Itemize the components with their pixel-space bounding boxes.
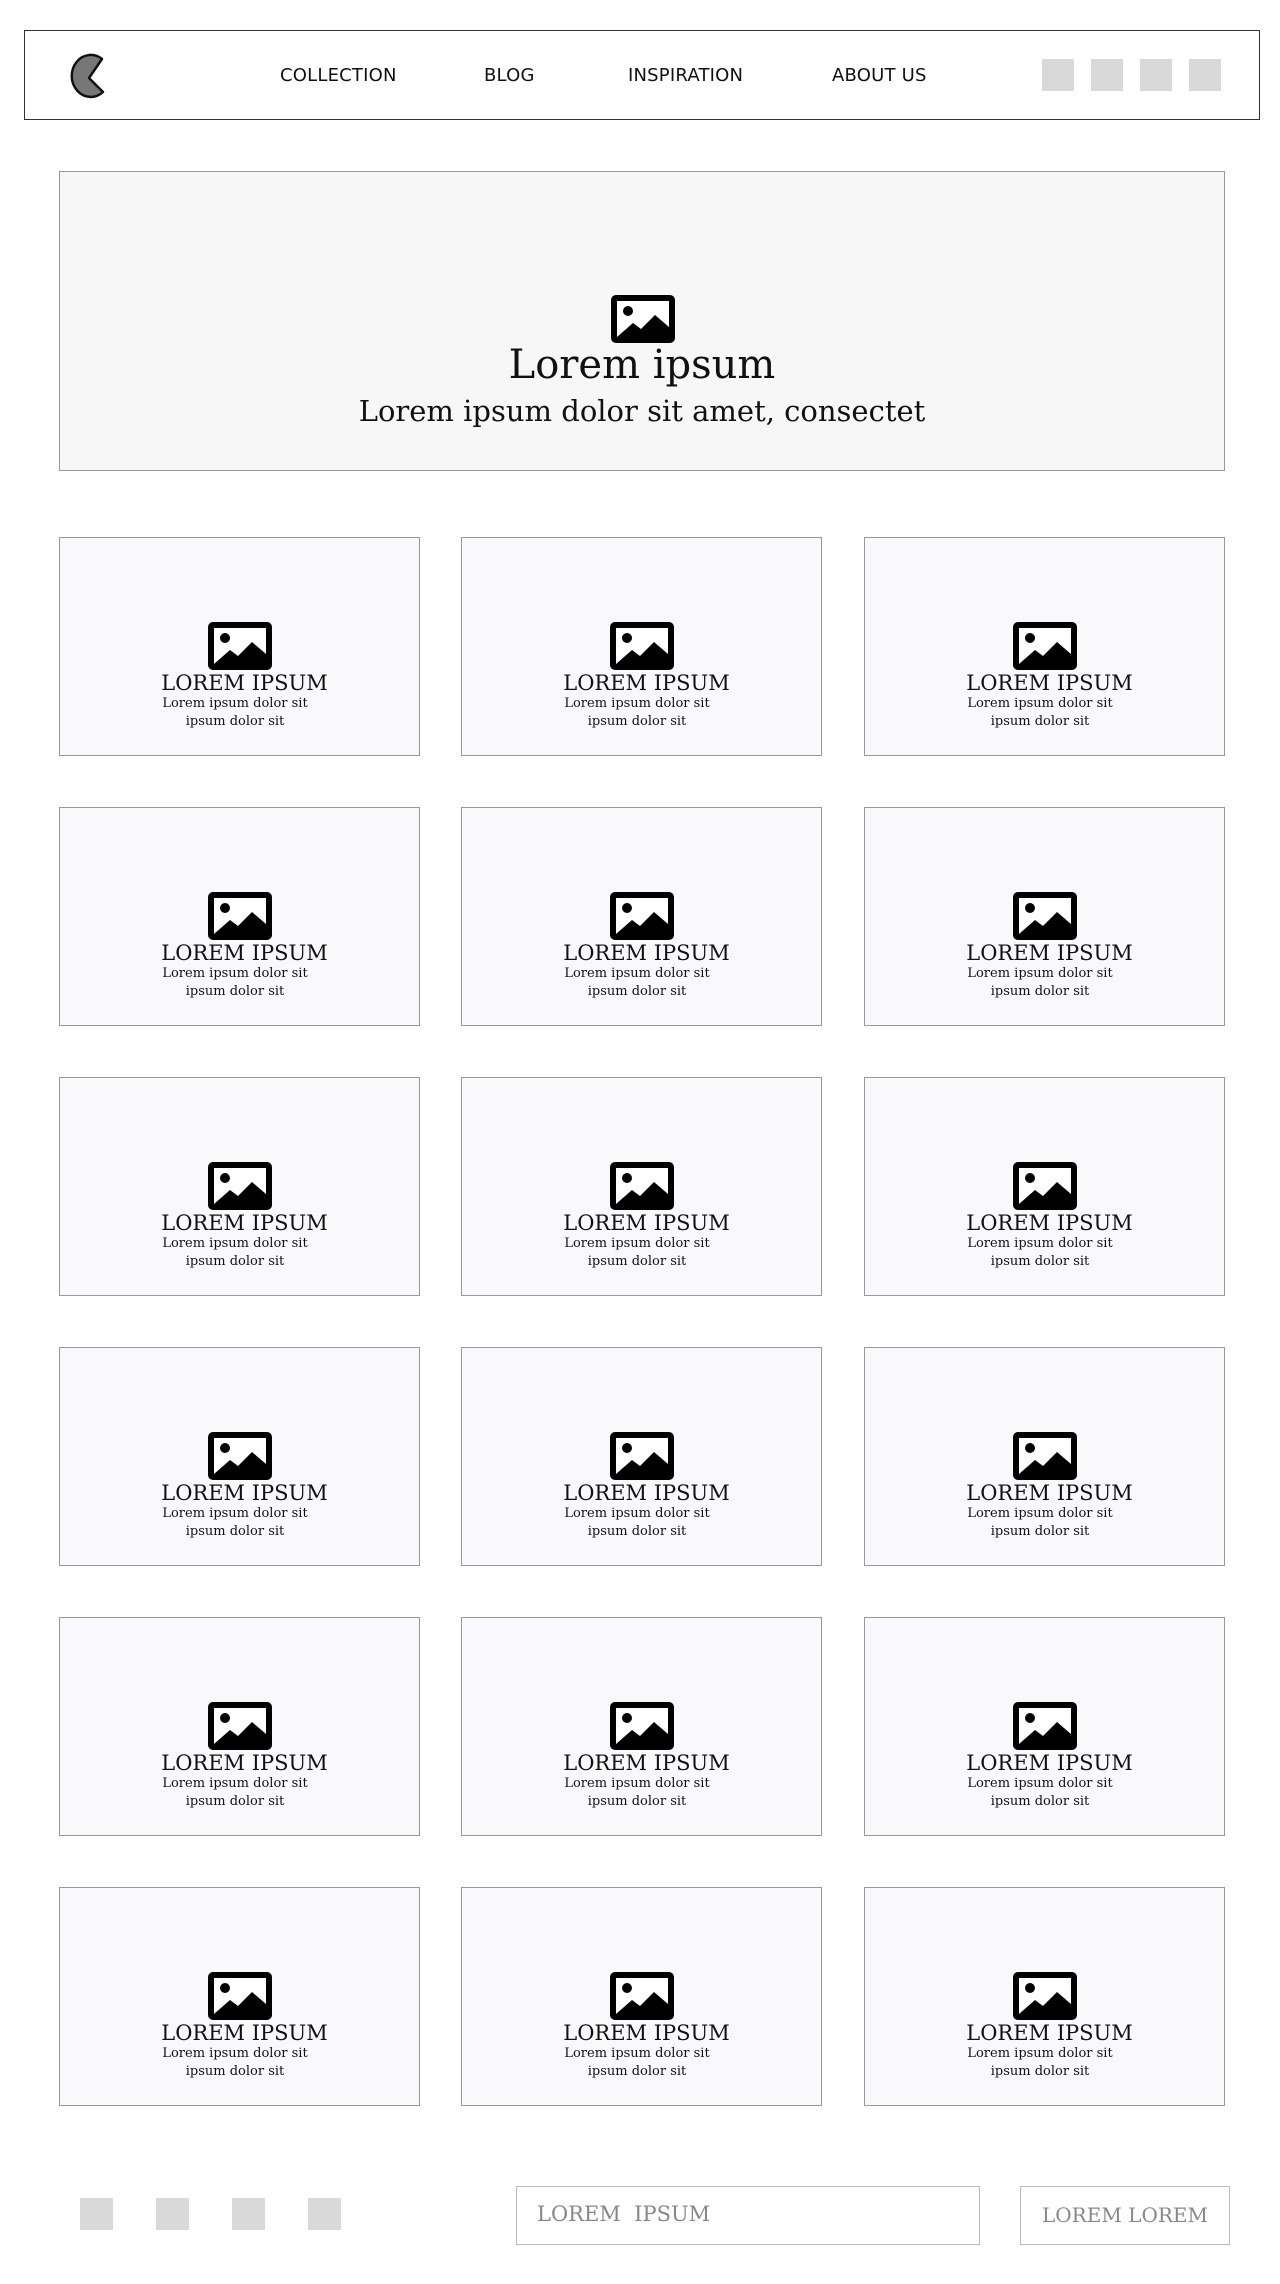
product-card[interactable]: LOREM IPSUM Lorem ipsum dolor sit ipsum d… [461, 1887, 822, 2106]
image-placeholder-icon [610, 892, 674, 940]
card-title: LOREM IPSUM [161, 941, 328, 965]
image-placeholder-icon [611, 295, 675, 343]
nav-inspiration[interactable]: INSPIRATION [628, 65, 743, 86]
footer-icon-placeholder[interactable] [232, 2198, 265, 2230]
nav-blog[interactable]: BLOG [484, 65, 535, 86]
image-placeholder-icon [610, 1162, 674, 1210]
footer-button[interactable]: LOREM LOREM [1020, 2186, 1230, 2245]
product-card[interactable]: LOREM IPSUM Lorem ipsum dolor sit ipsum d… [461, 807, 822, 1026]
product-card[interactable]: LOREM IPSUM Lorem ipsum dolor sit ipsum d… [461, 1077, 822, 1296]
card-description: Lorem ipsum dolor sit ipsum dolor sit [162, 1506, 308, 1539]
image-placeholder-icon [610, 1972, 674, 2020]
image-placeholder-icon [610, 1702, 674, 1750]
image-placeholder-icon [208, 622, 272, 670]
product-card[interactable]: LOREM IPSUM Lorem ipsum dolor sit ipsum d… [864, 807, 1225, 1026]
product-card[interactable]: LOREM IPSUM Lorem ipsum dolor sit ipsum d… [461, 1617, 822, 1836]
hero-banner[interactable]: Lorem ipsum Lorem ipsum dolor sit amet, … [59, 171, 1225, 471]
card-description: Lorem ipsum dolor sit ipsum dolor sit [564, 1506, 710, 1539]
product-card[interactable]: LOREM IPSUM Lorem ipsum dolor sit ipsum d… [461, 1347, 822, 1566]
product-card[interactable]: LOREM IPSUM Lorem ipsum dolor sit ipsum d… [864, 1887, 1225, 2106]
card-title: LOREM IPSUM [966, 2021, 1133, 2045]
product-card[interactable]: LOREM IPSUM Lorem ipsum dolor sit ipsum d… [864, 1077, 1225, 1296]
card-title: LOREM IPSUM [966, 1481, 1133, 1505]
card-description: Lorem ipsum dolor sit ipsum dolor sit [162, 1236, 308, 1269]
card-description: Lorem ipsum dolor sit ipsum dolor sit [162, 696, 308, 729]
card-title: LOREM IPSUM [161, 2021, 328, 2045]
card-title: LOREM IPSUM [966, 1211, 1133, 1235]
nav-about-us[interactable]: ABOUT US [832, 65, 927, 86]
image-placeholder-icon [1013, 1162, 1077, 1210]
footer-icon-placeholder[interactable] [80, 2198, 113, 2230]
card-title: LOREM IPSUM [161, 671, 328, 695]
card-title: LOREM IPSUM [563, 1481, 730, 1505]
card-title: LOREM IPSUM [563, 1751, 730, 1775]
image-placeholder-icon [610, 622, 674, 670]
product-card[interactable]: LOREM IPSUM Lorem ipsum dolor sit ipsum d… [59, 537, 420, 756]
card-title: LOREM IPSUM [563, 941, 730, 965]
logo-icon[interactable] [69, 51, 111, 101]
product-card[interactable]: LOREM IPSUM Lorem ipsum dolor sit ipsum d… [864, 537, 1225, 756]
card-description: Lorem ipsum dolor sit ipsum dolor sit [162, 966, 308, 999]
card-title: LOREM IPSUM [966, 941, 1133, 965]
card-title: LOREM IPSUM [966, 671, 1133, 695]
card-title: LOREM IPSUM [563, 2021, 730, 2045]
image-placeholder-icon [1013, 1972, 1077, 2020]
header-icon-placeholder[interactable] [1140, 59, 1172, 91]
card-description: Lorem ipsum dolor sit ipsum dolor sit [564, 966, 710, 999]
card-description: Lorem ipsum dolor sit ipsum dolor sit [967, 1506, 1113, 1539]
header-icon-placeholder[interactable] [1189, 59, 1221, 91]
card-title: LOREM IPSUM [161, 1751, 328, 1775]
image-placeholder-icon [610, 1432, 674, 1480]
card-description: Lorem ipsum dolor sit ipsum dolor sit [564, 1776, 710, 1809]
header-icon-placeholder[interactable] [1091, 59, 1123, 91]
card-description: Lorem ipsum dolor sit ipsum dolor sit [967, 1236, 1113, 1269]
product-card[interactable]: LOREM IPSUM Lorem ipsum dolor sit ipsum d… [864, 1617, 1225, 1836]
image-placeholder-icon [208, 1972, 272, 2020]
card-title: LOREM IPSUM [966, 1751, 1133, 1775]
card-title: LOREM IPSUM [563, 1211, 730, 1235]
card-description: Lorem ipsum dolor sit ipsum dolor sit [967, 2046, 1113, 2079]
card-description: Lorem ipsum dolor sit ipsum dolor sit [162, 1776, 308, 1809]
image-placeholder-icon [1013, 1702, 1077, 1750]
card-description: Lorem ipsum dolor sit ipsum dolor sit [564, 2046, 710, 2079]
hero-subtitle: Lorem ipsum dolor sit amet, consectet [358, 394, 926, 428]
product-card[interactable]: LOREM IPSUM Lorem ipsum dolor sit ipsum d… [59, 1077, 420, 1296]
product-card[interactable]: LOREM IPSUM Lorem ipsum dolor sit ipsum d… [59, 1887, 420, 2106]
product-card[interactable]: LOREM IPSUM Lorem ipsum dolor sit ipsum d… [59, 1347, 420, 1566]
card-title: LOREM IPSUM [161, 1481, 328, 1505]
nav-collection[interactable]: COLLECTION [280, 65, 397, 86]
product-card[interactable]: LOREM IPSUM Lorem ipsum dolor sit ipsum d… [461, 537, 822, 756]
card-title: LOREM IPSUM [161, 1211, 328, 1235]
site-header: COLLECTION BLOG INSPIRATION ABOUT US [24, 30, 1260, 120]
footer-icon-placeholder[interactable] [308, 2198, 341, 2230]
footer-icon-placeholder[interactable] [156, 2198, 189, 2230]
card-description: Lorem ipsum dolor sit ipsum dolor sit [564, 696, 710, 729]
image-placeholder-icon [1013, 1432, 1077, 1480]
card-description: Lorem ipsum dolor sit ipsum dolor sit [967, 696, 1113, 729]
image-placeholder-icon [208, 1162, 272, 1210]
card-description: Lorem ipsum dolor sit ipsum dolor sit [564, 1236, 710, 1269]
hero-title: Lorem ipsum [508, 342, 776, 388]
card-description: Lorem ipsum dolor sit ipsum dolor sit [967, 1776, 1113, 1809]
card-title: LOREM IPSUM [563, 671, 730, 695]
product-card[interactable]: LOREM IPSUM Lorem ipsum dolor sit ipsum d… [864, 1347, 1225, 1566]
card-description: Lorem ipsum dolor sit ipsum dolor sit [162, 2046, 308, 2079]
product-card[interactable]: LOREM IPSUM Lorem ipsum dolor sit ipsum d… [59, 807, 420, 1026]
image-placeholder-icon [1013, 892, 1077, 940]
footer-input[interactable]: LOREM IPSUM [516, 2186, 980, 2245]
image-placeholder-icon [208, 1702, 272, 1750]
header-icon-placeholder[interactable] [1042, 59, 1074, 91]
card-description: Lorem ipsum dolor sit ipsum dolor sit [967, 966, 1113, 999]
product-card[interactable]: LOREM IPSUM Lorem ipsum dolor sit ipsum d… [59, 1617, 420, 1836]
image-placeholder-icon [208, 1432, 272, 1480]
image-placeholder-icon [1013, 622, 1077, 670]
image-placeholder-icon [208, 892, 272, 940]
